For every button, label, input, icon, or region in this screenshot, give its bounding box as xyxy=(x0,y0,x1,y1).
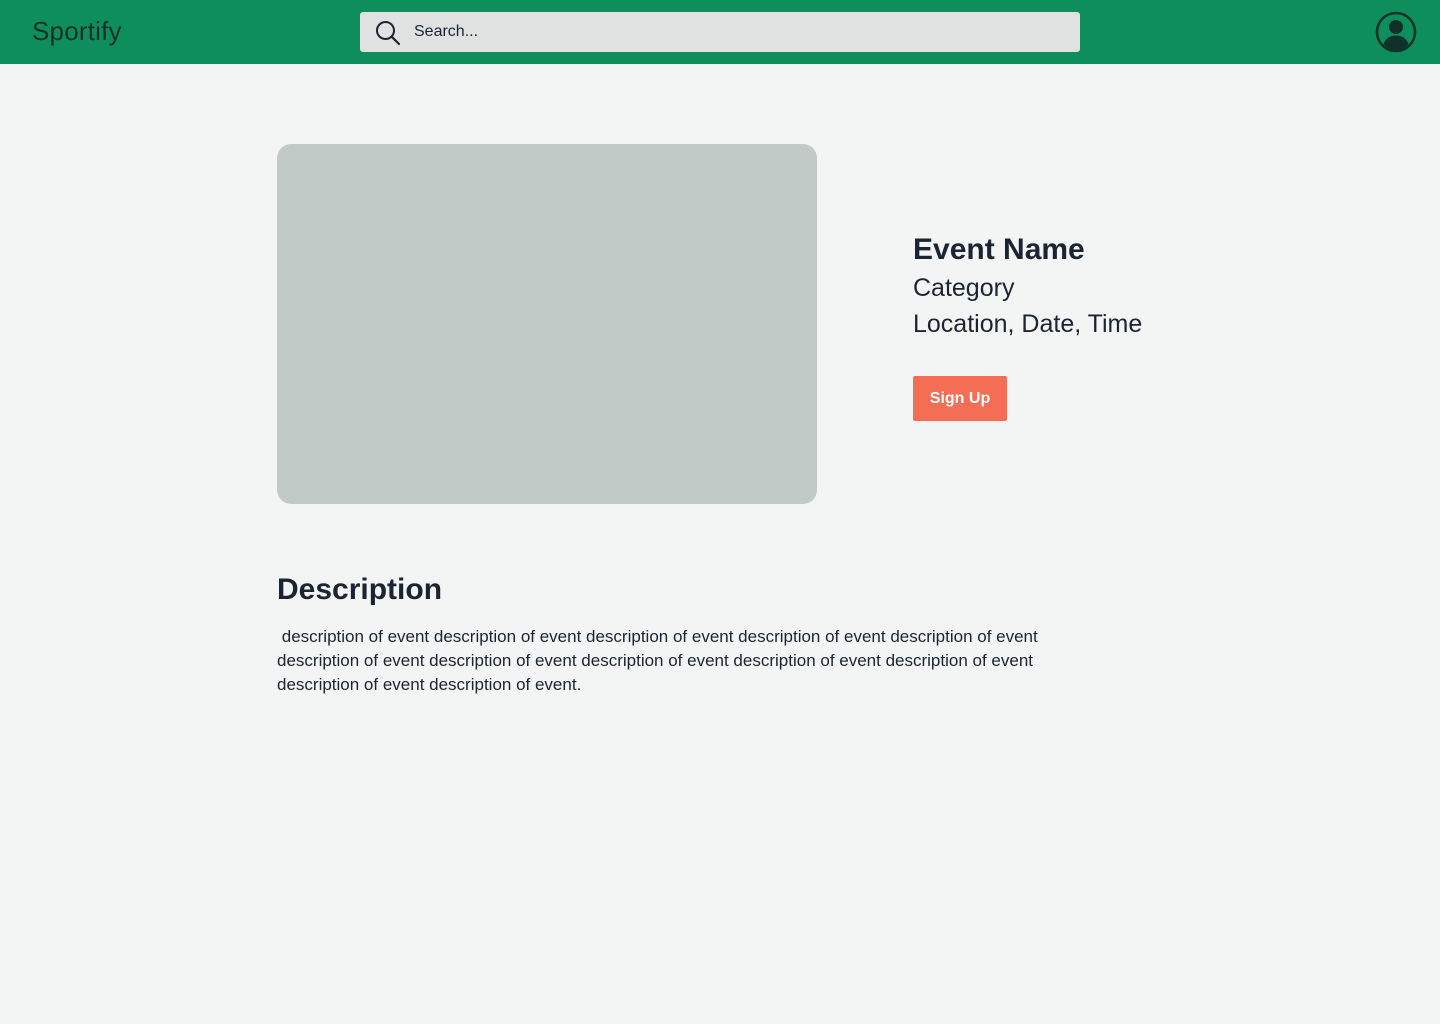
event-category: Category xyxy=(913,274,1015,302)
user-circle-icon[interactable] xyxy=(1375,11,1417,53)
event-summary: Event Name Category Location, Date, Time xyxy=(913,230,1333,342)
search-bar[interactable] xyxy=(360,12,1080,52)
description-heading: Description xyxy=(277,573,443,606)
event-image-placeholder xyxy=(277,144,817,504)
app-logo[interactable]: Sportify xyxy=(32,14,122,48)
event-description-text: description of event description of even… xyxy=(277,627,1043,694)
event-location-date-time: Location, Date, Time xyxy=(913,310,1143,338)
search-input[interactable] xyxy=(414,20,1054,44)
sign-up-button[interactable]: Sign Up xyxy=(913,376,1007,421)
search-icon xyxy=(376,21,401,46)
event-name: Event Name xyxy=(913,233,1085,266)
top-navigation-bar: Sportify xyxy=(0,0,1440,64)
